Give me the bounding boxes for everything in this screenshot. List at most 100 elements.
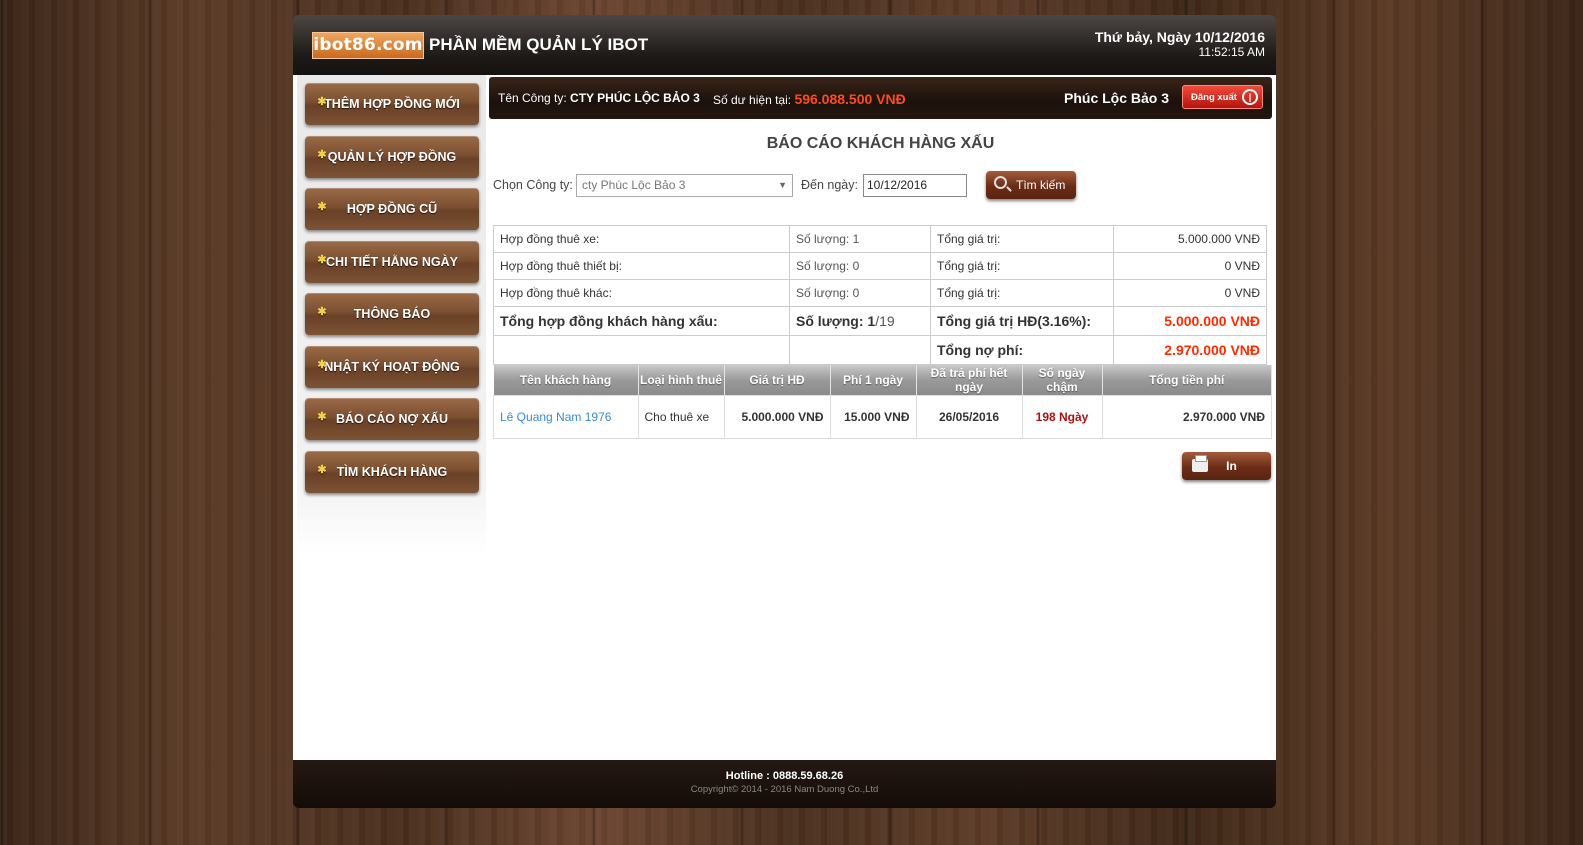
content-area: ✱ THÊM HỢP ĐỒNG MỚI ✱ QUẢN LÝ HỢP ĐỒNG ✱ HỢ…: [293, 75, 1276, 760]
star-icon: ✱: [317, 464, 327, 476]
late-days: 198 Ngày: [1021, 395, 1103, 439]
print-label: In: [1226, 459, 1237, 473]
sidebar-item-label: NHẬT KÝ HOẠT ĐỘNG: [324, 360, 460, 374]
bad-customer-summary-row: Tổng hợp đồng khách hàng xấu: Số lượng: …: [493, 306, 1267, 336]
debt-summary-row: Tổng nợ phí: 2.970.000 VNĐ: [493, 335, 1267, 365]
logout-button[interactable]: Đăng xuất |: [1182, 85, 1263, 109]
user-name: Phúc Lộc Bảo 3: [1064, 90, 1170, 106]
search-button[interactable]: Tìm kiếm: [986, 171, 1076, 199]
sidebar-item-label: BÁO CÁO NỢ XẤU: [335, 412, 449, 426]
current-date: Thứ bảy, Ngày 10/12/2016: [1094, 29, 1265, 45]
column-header[interactable]: Loại hình thuê: [638, 365, 725, 396]
header: ibot86.com PHẦN MỀM QUẢN LÝ IBOT Thứ bảy…: [293, 15, 1276, 75]
hotline: Hotline : 0888.59.68.26: [725, 770, 844, 782]
column-header[interactable]: Tên khách hàng: [493, 365, 639, 396]
summary-name: Hợp đồng thuê thiết bị:: [493, 252, 790, 280]
bad-value-label: Tổng giá trị HĐ(3.16%):: [930, 306, 1114, 336]
paid-until: 26/05/2016: [915, 395, 1023, 439]
summary-name: Hợp đồng thuê xe:: [493, 225, 790, 253]
sidebar-item-notifications[interactable]: ✱ THÔNG BÁO: [305, 293, 479, 335]
empty-cell: [789, 335, 931, 365]
bad-value-amount: 5.000.000 VNĐ: [1164, 313, 1260, 329]
company-name: CTY PHÚC LỘC BẢO 3: [570, 91, 700, 105]
footer: Hotline : 0888.59.68.26 Copyright© 2014 …: [293, 760, 1276, 808]
contract-value: 5.000.000 VNĐ: [723, 395, 831, 439]
total-fee: 2.970.000 VNĐ: [1101, 395, 1272, 439]
summary-total: 5.000.000 VNĐ: [1113, 225, 1267, 253]
balance-value: 596.088.500 VNĐ: [794, 91, 906, 107]
star-icon: ✱: [317, 149, 327, 161]
company-info: Tên Công ty: CTY PHÚC LỘC BẢO 3: [498, 91, 700, 105]
company-select[interactable]: cty Phúc Lộc Bảo 3 ▼: [576, 174, 793, 197]
logout-label: Đăng xuất: [1191, 92, 1237, 103]
star-icon: ✱: [317, 201, 327, 213]
sidebar-item-bad-debt-report[interactable]: ✱ BÁO CÁO NỢ XẤU: [305, 398, 479, 440]
power-icon: |: [1242, 89, 1258, 105]
sidebar-item-label: CHI TIẾT HẰNG NGÀY: [326, 255, 458, 269]
debt-value: 2.970.000 VNĐ: [1113, 335, 1267, 365]
balance-label: Số dư hiện tại:: [713, 93, 792, 107]
rental-type: Cho thuê xe: [637, 395, 725, 439]
star-icon: ✱: [317, 359, 327, 371]
current-time: 11:52:15 AM: [1198, 45, 1266, 59]
bad-customer-table: Tên khách hàng Loại hình thuê Giá trị HĐ…: [493, 365, 1272, 439]
sidebar-item-activity-log[interactable]: ✱ NHẬT KÝ HOẠT ĐỘNG: [305, 346, 479, 388]
bad-value: 5.000.000 VNĐ: [1113, 306, 1267, 336]
sidebar-item-old-contracts[interactable]: ✱ HỢP ĐỒNG CŨ: [305, 188, 479, 230]
logo[interactable]: ibot86.com: [312, 32, 424, 59]
page-title: BÁO CÁO KHÁCH HÀNG XẤU: [766, 135, 995, 152]
printer-icon: [1192, 455, 1208, 472]
debt-value-amount: 2.970.000 VNĐ: [1164, 342, 1260, 358]
customer-link[interactable]: Lê Quang Nam 1976: [493, 395, 639, 439]
balance-info: Số dư hiện tại: 596.088.500 VNĐ: [713, 91, 906, 107]
summary-row: Hợp đồng thuê xe: Số lượng: 1 Tổng giá t…: [493, 225, 1267, 253]
bad-qty-label: Số lượng:: [796, 313, 864, 329]
bad-contracts-qty: Số lượng: 1/19: [789, 306, 931, 336]
column-header[interactable]: Giá trị HĐ: [724, 365, 831, 396]
column-header[interactable]: Tổng tiền phí: [1102, 365, 1272, 396]
summary-total-label: Tổng giá trị:: [930, 279, 1114, 307]
summary-total: 0 VNĐ: [1113, 279, 1267, 307]
empty-cell: [493, 335, 790, 365]
summary-row: Hợp đồng thuê thiết bị: Số lượng: 0 Tổng…: [493, 252, 1267, 280]
search-label: Tìm kiếm: [1016, 178, 1066, 192]
date-label: Đến ngày:: [801, 178, 858, 192]
main-panel: Tên Công ty: CTY PHÚC LỘC BẢO 3 Số dư hi…: [489, 75, 1272, 480]
sidebar-item-find-customer[interactable]: ✱ TÌM KHÁCH HÀNG: [305, 451, 479, 493]
company-info-bar: Tên Công ty: CTY PHÚC LỘC BẢO 3 Số dư hi…: [489, 77, 1272, 119]
summary-total-label: Tổng giá trị:: [930, 252, 1114, 280]
daily-fee: 15.000 VNĐ: [829, 395, 917, 439]
summary-name: Hợp đồng thuê khác:: [493, 279, 790, 307]
print-button[interactable]: In: [1182, 452, 1271, 480]
bad-qty-total: /19: [875, 313, 895, 329]
copyright: Copyright© 2014 - 2016 Nam Duong Co.,Ltd: [690, 784, 879, 795]
summary-qty: Số lượng: 0: [789, 279, 931, 307]
sidebar-item-label: HỢP ĐỒNG CŨ: [346, 202, 438, 216]
sidebar-item-label: THÔNG BÁO: [353, 307, 431, 321]
sidebar-item-daily-details[interactable]: ✱ CHI TIẾT HẰNG NGÀY: [305, 241, 479, 283]
column-header[interactable]: Đã trả phí hết ngày: [916, 365, 1023, 396]
table-header-row: Tên khách hàng Loại hình thuê Giá trị HĐ…: [493, 365, 1272, 396]
summary-total: 0 VNĐ: [1113, 252, 1267, 280]
sidebar-item-label: QUẢN LÝ HỢP ĐỒNG: [327, 150, 457, 164]
sidebar-item-label: THÊM HỢP ĐỒNG MỚI: [324, 97, 460, 111]
company-label: Tên Công ty:: [498, 91, 567, 105]
sidebar-item-label: TÌM KHÁCH HÀNG: [336, 465, 448, 479]
summary-qty: Số lượng: 1: [789, 225, 931, 253]
sidebar-item-manage-contracts[interactable]: ✱ QUẢN LÝ HỢP ĐỒNG: [305, 136, 479, 178]
star-icon: ✱: [317, 306, 327, 318]
app-title: PHẦN MỀM QUẢN LÝ IBOT: [429, 35, 649, 54]
summary-total-label: Tổng giá trị:: [930, 225, 1114, 253]
app-window: ibot86.com PHẦN MỀM QUẢN LÝ IBOT Thứ bảy…: [293, 15, 1276, 808]
company-select-label: Chọn Công ty:: [493, 178, 573, 192]
search-icon: [994, 176, 1007, 189]
company-select-value: cty Phúc Lộc Bảo 3: [582, 178, 686, 192]
sidebar-item-add-contract[interactable]: ✱ THÊM HỢP ĐỒNG MỚI: [305, 83, 479, 125]
column-header[interactable]: Số ngày chậm: [1022, 365, 1103, 396]
star-icon: ✱: [317, 411, 327, 423]
star-icon: ✱: [317, 254, 327, 266]
column-header[interactable]: Phí 1 ngày: [830, 365, 917, 396]
date-input[interactable]: 10/12/2016: [863, 174, 967, 197]
table-row: Lê Quang Nam 1976 Cho thuê xe 5.000.000 …: [493, 395, 1272, 439]
debt-label: Tổng nợ phí:: [930, 335, 1114, 365]
